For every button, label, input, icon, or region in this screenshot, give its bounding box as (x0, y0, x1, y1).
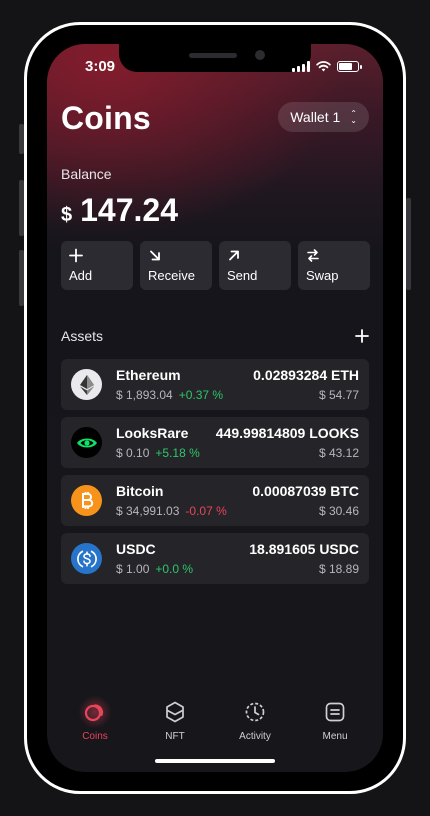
receive-button-label: Receive (148, 268, 195, 283)
front-camera (255, 50, 265, 60)
tab-activity[interactable]: Activity (220, 699, 290, 742)
asset-balance: 0.02893284 ETH (253, 367, 359, 383)
asset-balance: 18.891605 USDC (249, 541, 359, 557)
asset-row-looksrare[interactable]: LooksRare $ 0.10 +5.18 % 449.99814809 LOO… (61, 417, 369, 468)
phone-screen: 3:09 Coins Wallet 1 ⌃ ⌄ Balance $ 147.24 … (47, 44, 383, 772)
balance-label: Balance (61, 166, 112, 182)
asset-name: LooksRare (116, 425, 189, 441)
battery-icon (337, 61, 362, 72)
add-button-label: Add (69, 268, 93, 283)
asset-name: Ethereum (116, 367, 181, 383)
assets-header: Assets (61, 328, 369, 344)
chevron-up-down-icon: ⌃ ⌄ (350, 109, 357, 125)
tab-activity-label: Activity (239, 731, 271, 742)
swap-icon (307, 249, 319, 262)
menu-icon (325, 702, 345, 722)
side-button-power (406, 198, 411, 290)
swap-button[interactable]: Swap (298, 241, 370, 290)
balance-currency: $ (61, 204, 73, 226)
asset-change: +0.0 % (155, 562, 194, 576)
asset-balance: 449.99814809 LOOKS (215, 425, 359, 441)
arrow-down-right-icon (150, 250, 160, 261)
asset-value: $ 30.46 (318, 504, 359, 518)
tab-coins[interactable]: Coins (60, 695, 130, 742)
assets-title: Assets (61, 328, 104, 344)
home-indicator[interactable] (155, 759, 275, 763)
asset-price: $ 34,991.03 (116, 504, 180, 518)
send-button[interactable]: Send (219, 241, 291, 290)
asset-value: $ 18.89 (318, 562, 359, 576)
coins-icon (84, 704, 104, 722)
asset-change: +0.37 % (178, 388, 224, 402)
swap-button-label: Swap (306, 268, 339, 283)
page-title: Coins (61, 100, 151, 136)
quick-actions: Add Receive Send Swap (61, 241, 370, 290)
wallet-selector-label: Wallet 1 (290, 109, 341, 125)
asset-change: +5.18 % (155, 446, 200, 460)
asset-name: USDC (116, 541, 156, 557)
asset-row-ethereum[interactable]: Ethereum $ 1,893.04 +0.37 % 0.02893284 ET… (61, 359, 369, 410)
status-icons (292, 61, 362, 72)
speaker-grille (189, 53, 237, 58)
asset-balance: 0.00087039 BTC (252, 483, 359, 499)
tab-nft-label: NFT (165, 731, 185, 742)
status-time: 3:09 (85, 58, 116, 75)
wifi-icon (316, 61, 331, 72)
asset-change: -0.07 % (185, 504, 227, 518)
wallet-selector-button[interactable]: Wallet 1 ⌃ ⌄ (278, 102, 369, 132)
asset-row-bitcoin[interactable]: Bitcoin $ 34,991.03 -0.07 % 0.00087039 BT… (61, 475, 369, 526)
asset-value: $ 54.77 (318, 388, 359, 402)
asset-price: $ 0.10 (116, 446, 150, 460)
nft-hexagon-icon (166, 701, 184, 723)
asset-price: $ 1.00 (116, 562, 150, 576)
asset-list: Ethereum $ 1,893.04 +0.37 % 0.02893284 ET… (61, 359, 369, 584)
add-button[interactable]: Add (61, 241, 133, 290)
asset-row-usdc[interactable]: USDC $ 1.00 +0.0 % 18.891605 USDC $ 18.89 (61, 533, 369, 584)
tab-nft[interactable]: NFT (140, 699, 210, 742)
looksrare-icon (71, 427, 102, 458)
tab-menu-label: Menu (322, 731, 348, 742)
bitcoin-icon (71, 485, 102, 516)
plus-icon (69, 248, 83, 263)
notch (119, 44, 311, 72)
clock-icon (245, 702, 265, 722)
bottom-tab-bar: Coins NFT Activity Menu (47, 695, 383, 742)
asset-name: Bitcoin (116, 483, 164, 499)
balance-amount: 147.24 (80, 192, 178, 228)
asset-price: $ 1,893.04 (116, 388, 173, 402)
ethereum-icon (71, 369, 102, 400)
asset-value: $ 43.12 (318, 446, 359, 460)
tab-coins-label: Coins (82, 731, 108, 742)
cellular-signal-icon (292, 61, 310, 72)
tab-menu[interactable]: Menu (300, 699, 370, 742)
send-button-label: Send (227, 268, 258, 283)
arrow-up-right-icon (229, 250, 239, 261)
receive-button[interactable]: Receive (140, 241, 212, 290)
usdc-icon (71, 543, 102, 574)
balance-amount-row: $ 147.24 (61, 192, 178, 229)
add-asset-plus-icon[interactable] (355, 329, 369, 343)
